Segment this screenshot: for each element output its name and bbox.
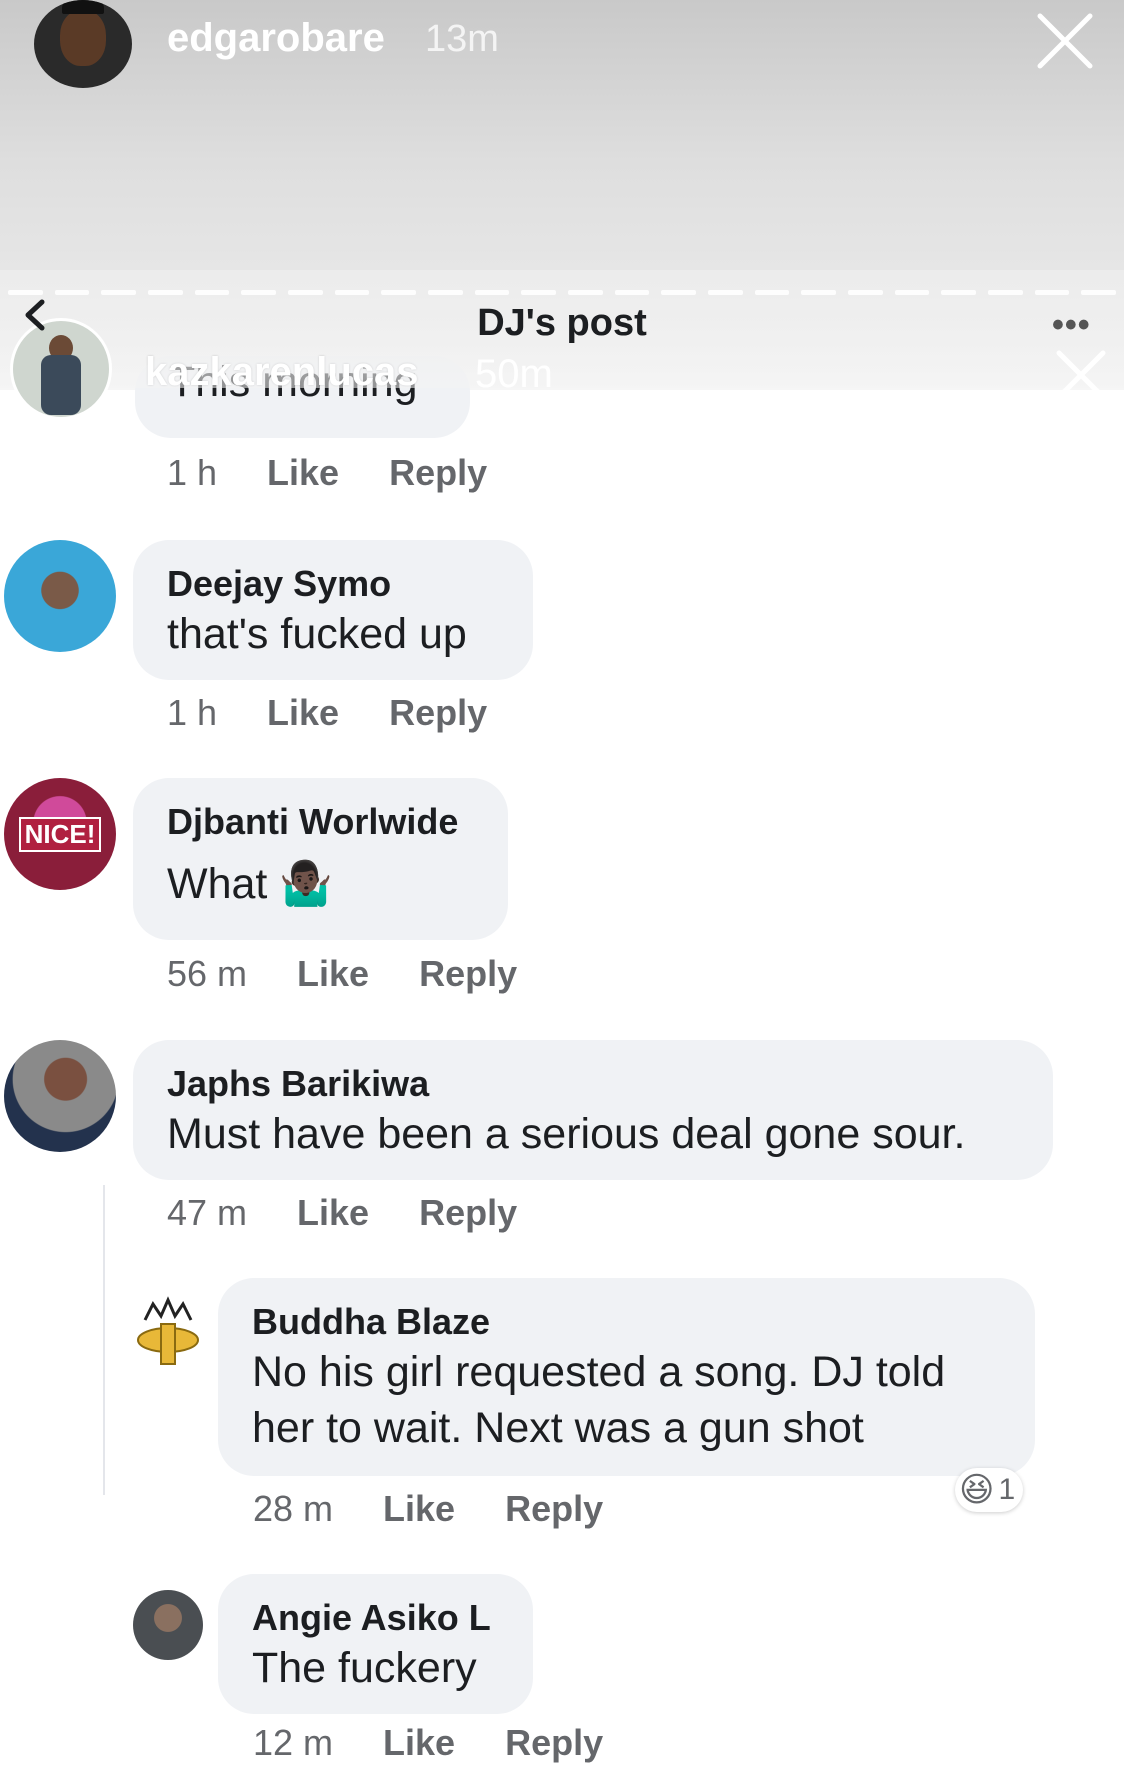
reply-button[interactable]: Reply	[419, 953, 517, 995]
avatar[interactable]	[4, 1040, 116, 1152]
reaction-badge[interactable]: 😆 1	[955, 1468, 1024, 1512]
close-inner-overlay-icon[interactable]	[1054, 348, 1108, 402]
story-timestamp: 13m	[425, 18, 499, 60]
comment-meta: 28 m Like Reply	[253, 1488, 603, 1530]
avatar[interactable]	[133, 1590, 203, 1660]
comment-meta: 47 m Like Reply	[167, 1192, 517, 1234]
like-button[interactable]: Like	[297, 1192, 369, 1234]
reply-button[interactable]: Reply	[389, 692, 487, 734]
like-button[interactable]: Like	[297, 953, 369, 995]
laugh-reaction-icon: 😆	[959, 1471, 995, 1509]
avatar-body	[41, 355, 81, 415]
like-button[interactable]: Like	[383, 1488, 455, 1530]
commenter-name[interactable]: Buddha Blaze	[252, 1300, 1001, 1344]
close-icon[interactable]	[1034, 10, 1096, 72]
comment-meta: 1 h Like Reply	[167, 452, 487, 494]
commenter-name[interactable]: Deejay Symo	[167, 562, 499, 606]
avatar-face	[60, 10, 106, 66]
reply-thread-line	[103, 1185, 105, 1495]
inner-story-timestamp-overlay: 50m	[475, 352, 553, 396]
crown-logo-icon[interactable]	[135, 1296, 201, 1366]
commenter-name[interactable]: Angie Asiko L	[252, 1596, 499, 1640]
story-progress-overlay	[0, 290, 1124, 296]
inner-story-avatar-overlay[interactable]	[10, 318, 112, 420]
commenter-name[interactable]: Djbanti Worlwide	[167, 800, 474, 844]
comment-time: 56 m	[167, 953, 248, 994]
reaction-count: 1	[998, 1473, 1016, 1506]
avatar[interactable]	[4, 540, 116, 652]
comment-time: 1 h	[167, 692, 218, 733]
comment-time: 47 m	[167, 1192, 248, 1233]
avatar-cap	[62, 0, 104, 14]
reply-button[interactable]: Reply	[505, 1722, 603, 1764]
comment-text: Must have been a serious deal gone sour.	[167, 1110, 966, 1158]
inner-story-username-overlay[interactable]: kazkarenlucas	[145, 350, 419, 395]
reply-button[interactable]: Reply	[505, 1488, 603, 1530]
reply-bubble: Buddha Blaze No his girl requested a son…	[218, 1278, 1035, 1476]
reply-button[interactable]: Reply	[389, 452, 487, 494]
reply-button[interactable]: Reply	[419, 1192, 517, 1234]
commenter-name[interactable]: Japhs Barikiwa	[167, 1062, 1019, 1106]
avatar-badge-text: NICE!	[18, 816, 102, 852]
like-button[interactable]: Like	[267, 692, 339, 734]
avatar[interactable]: NICE!	[4, 778, 116, 890]
comment-time: 12 m	[253, 1722, 334, 1763]
back-arrow-overlay-icon[interactable]	[18, 298, 52, 332]
comment-text: What 🤷🏿‍♂️	[167, 860, 333, 908]
comment-bubble: Djbanti Worlwide What 🤷🏿‍♂️	[133, 778, 508, 940]
comment-meta: 1 h Like Reply	[167, 692, 487, 734]
comment-bubble: Japhs Barikiwa Must have been a serious …	[133, 1040, 1053, 1180]
reply-bubble: Angie Asiko L The fuckery	[218, 1574, 533, 1714]
comment-time: 28 m	[253, 1488, 334, 1529]
comment-bubble: Deejay Symo that's fucked up	[133, 540, 533, 680]
more-options-overlay-icon[interactable]: •••	[1052, 306, 1091, 345]
post-title-overlay: DJ's post	[477, 302, 647, 344]
story-avatar[interactable]	[34, 0, 132, 88]
comment-text: No his girl requested a song. DJ told he…	[252, 1348, 946, 1452]
comment-meta: 12 m Like Reply	[253, 1722, 603, 1764]
like-button[interactable]: Like	[267, 452, 339, 494]
comment-text: The fuckery	[252, 1644, 477, 1692]
story-username[interactable]: edgarobare	[167, 16, 385, 61]
like-button[interactable]: Like	[383, 1722, 455, 1764]
comment-text: that's fucked up	[167, 610, 467, 658]
comment-time: 1 h	[167, 452, 218, 493]
comment-meta: 56 m Like Reply	[167, 953, 517, 995]
